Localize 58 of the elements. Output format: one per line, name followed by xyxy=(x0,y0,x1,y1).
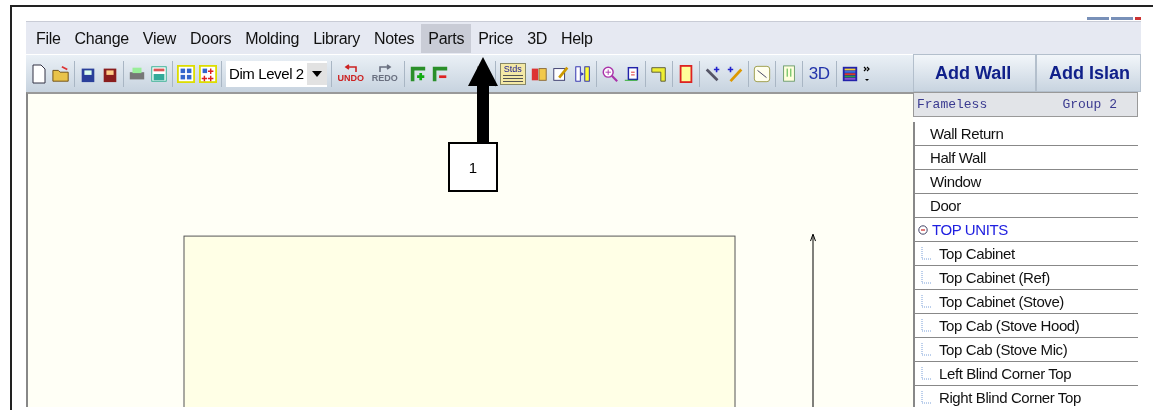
new-file-icon[interactable] xyxy=(30,63,48,84)
tree-branch-icon xyxy=(920,294,932,309)
group-label: Group 2 xyxy=(1062,97,1117,112)
grid-icon[interactable] xyxy=(177,63,195,84)
overflow-chevron-icon[interactable] xyxy=(862,64,871,83)
list-item[interactable]: Half Wall xyxy=(915,146,1138,170)
caret-icon xyxy=(306,62,327,85)
list-item[interactable]: Wall Return xyxy=(915,122,1138,146)
menu-item[interactable]: Library xyxy=(306,23,367,53)
menu-item[interactable]: Price xyxy=(471,23,521,53)
menu-item[interactable]: Help xyxy=(554,23,600,53)
category-row[interactable]: TOP UNITS xyxy=(915,218,1138,242)
menu-item[interactable]: Doors xyxy=(183,23,239,53)
redo-arrow-icon xyxy=(376,64,393,73)
list-item[interactable]: Left Blind Corner Top xyxy=(915,362,1138,386)
collapse-icon[interactable] xyxy=(918,224,928,235)
split-icon[interactable] xyxy=(573,63,592,84)
tree-branch-icon xyxy=(920,342,932,357)
tree-branch-icon xyxy=(920,246,932,261)
list-item[interactable]: Top Cabinet (Stove) xyxy=(915,290,1138,314)
menu-item[interactable]: Molding xyxy=(238,23,307,53)
callout-box: 1 xyxy=(448,142,498,192)
menu-item[interactable]: Parts xyxy=(421,23,472,53)
list-item[interactable]: Top Cabinet (Ref) xyxy=(915,266,1138,290)
menu-item[interactable]: Change xyxy=(67,23,136,53)
list-item[interactable]: Top Cab (Stove Hood) xyxy=(915,314,1138,338)
3d-view-button[interactable]: 3D xyxy=(806,63,832,84)
item-label: Top Cabinet (Ref) xyxy=(939,269,1050,286)
list-item[interactable]: Door xyxy=(915,194,1138,218)
grid-add-icon[interactable] xyxy=(199,63,217,84)
list-item[interactable]: Window xyxy=(915,170,1138,194)
item-label: Right Blind Corner Top xyxy=(939,389,1081,406)
menu-item[interactable]: View xyxy=(135,23,184,53)
item-label: Top Cab (Stove Hood) xyxy=(939,317,1080,334)
list-item[interactable]: Top Cab (Stove Mic) xyxy=(915,338,1138,362)
item-label: Top Cab (Stove Mic) xyxy=(939,341,1068,358)
cabinet-style-label: Frameless xyxy=(917,97,988,112)
item-label: Left Blind Corner Top xyxy=(939,365,1072,382)
tree-branch-icon xyxy=(920,366,932,381)
dim-level-dropdown[interactable]: Dim Level 2 xyxy=(226,60,327,87)
tree-branch-icon xyxy=(920,318,932,333)
tree-branch-icon xyxy=(920,390,932,405)
tree-branch-icon xyxy=(920,270,932,285)
list-item[interactable]: Top Cabinet xyxy=(915,242,1138,266)
menu-item[interactable]: Notes xyxy=(367,23,422,53)
add-button[interactable]: Add Wall xyxy=(913,54,1036,92)
standards-icon[interactable]: Stds xyxy=(499,62,526,85)
list-item[interactable]: Right Blind Corner Top xyxy=(915,386,1138,407)
item-label: Top Cabinet xyxy=(939,245,1015,262)
menu-item[interactable]: File xyxy=(29,23,68,53)
item-label: Top Cabinet (Stove) xyxy=(939,293,1064,310)
open-folder-icon[interactable] xyxy=(52,63,70,84)
report-icon[interactable] xyxy=(150,63,168,84)
menu-item[interactable]: 3D xyxy=(520,23,554,53)
add-button[interactable]: Add Islan xyxy=(1036,54,1141,92)
category-label: TOP UNITS xyxy=(932,221,1008,238)
undo-button[interactable]: UNDO xyxy=(335,64,366,83)
undo-arrow-icon xyxy=(342,64,359,73)
